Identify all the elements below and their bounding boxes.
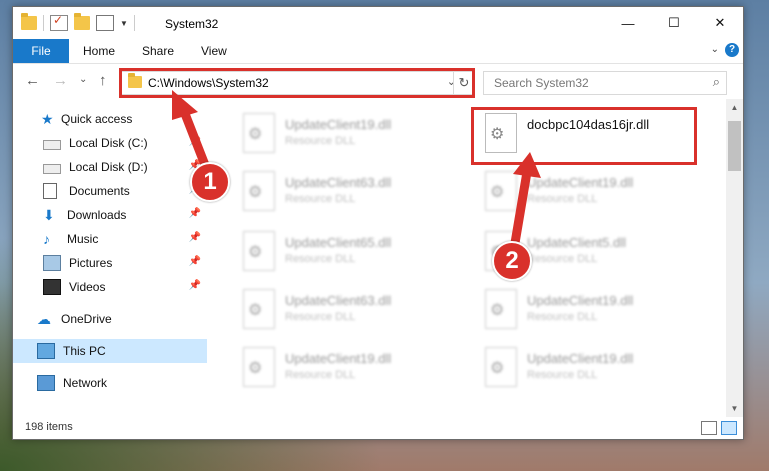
arrow-1: [172, 90, 210, 170]
step-1-badge: 1: [190, 162, 230, 202]
step-2-badge: 2: [492, 241, 532, 281]
annotation-arrows: [172, 90, 541, 248]
arrow-2: [510, 152, 541, 248]
